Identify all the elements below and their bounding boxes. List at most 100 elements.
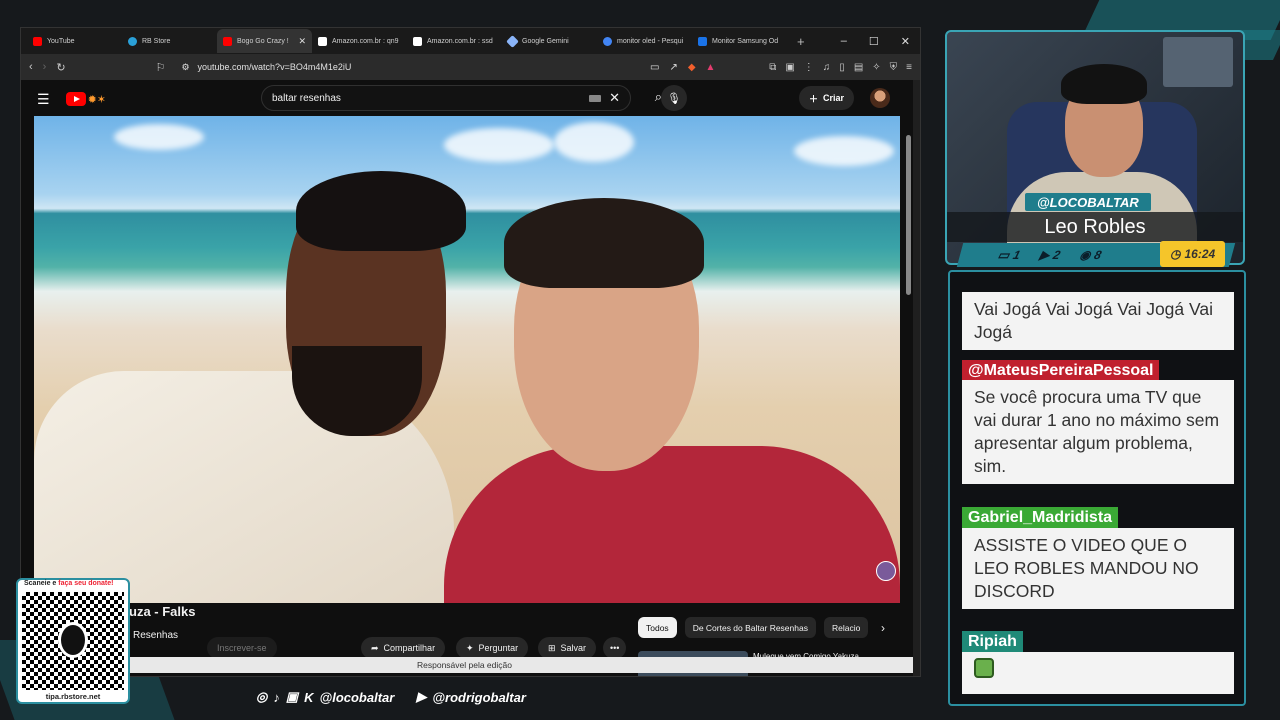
new-tab-button[interactable]: + — [787, 34, 815, 49]
music-icon[interactable]: ♫ — [823, 62, 831, 73]
streamer-name: Leo Robles — [947, 212, 1243, 242]
amazon-favicon-icon — [413, 36, 422, 46]
streamer-handle: @LOCOBALTAR — [1025, 193, 1151, 211]
tab-youtube[interactable]: YouTube — [27, 29, 122, 53]
tab-amazon-1[interactable]: Amazon.com.br : qn9 — [312, 29, 407, 53]
microphone-icon[interactable]: 🎙 — [661, 85, 687, 111]
chevron-right-icon[interactable]: › — [881, 621, 885, 635]
person-left-hair — [296, 171, 466, 251]
video-player[interactable] — [34, 116, 900, 603]
person-right-shirt — [444, 446, 900, 603]
subscribe-button[interactable]: Inscrever-se — [207, 637, 277, 659]
sparkle-icon: ✦ — [466, 642, 474, 653]
share-button[interactable]: ➦ Compartilhar — [361, 637, 446, 659]
search-box[interactable]: baltar resenhas ✕ ⌕ — [261, 85, 662, 111]
tab-samsung-monitor[interactable]: Monitor Samsung Od — [692, 29, 787, 53]
address-bar-row: ‹ › ↻ ⚐ ⚙ youtube.com/watch?v=BO4m4M1e2i… — [21, 54, 920, 80]
youtube-play-icon — [65, 92, 86, 106]
more-actions-icon[interactable]: ••• — [603, 637, 627, 659]
youtube-logo[interactable]: ✹✶ — [65, 92, 106, 106]
chip-related[interactable]: Relacio — [823, 617, 869, 638]
share-label: Compartilhar — [383, 643, 436, 653]
chat-panel: Vai Jogá Vai Jogá Vai Jogá Vai Jogá @Mat… — [948, 270, 1246, 706]
search-input[interactable]: baltar resenhas — [272, 93, 341, 104]
qr-logo-icon — [58, 622, 88, 658]
fire-icon: ✹✶ — [87, 93, 106, 106]
tab-active-video[interactable]: Bogo Go Crazy ! ✕ — [217, 29, 312, 53]
page-scrollbar[interactable] — [906, 135, 911, 295]
channel-name[interactable]: Resenhas — [133, 630, 178, 641]
twitch-icon: ▣ — [285, 689, 299, 704]
ask-label: Perguntar — [478, 643, 519, 653]
account-avatar[interactable] — [870, 88, 890, 108]
wallet-icon[interactable]: ▤ — [854, 62, 863, 73]
chip-channel[interactable]: De Cortes do Baltar Resenhas — [684, 617, 816, 638]
bookmark-icon[interactable]: ⚐ — [156, 61, 166, 74]
channel-watermark[interactable] — [876, 561, 896, 581]
edit-credit-text: Responsável pela edição — [417, 660, 512, 670]
social-handles: ◎ ♪ ▣ K @locobaltar ▶ @rodrigobaltar — [256, 689, 526, 705]
sidebar-icon[interactable]: ▯ — [839, 62, 845, 73]
browser-window: YouTube RB Store Bogo Go Crazy ! ✕ Amazon… — [20, 27, 921, 677]
youtube-count-value: 2 — [1051, 248, 1062, 262]
save-label: Salvar — [560, 643, 587, 653]
menu-icon[interactable]: ≡ — [906, 62, 912, 73]
back-icon[interactable]: ‹ — [29, 61, 33, 73]
amazon-favicon-icon — [318, 36, 327, 46]
chat-message-text: Se você procura uma TV que vai durar 1 a… — [962, 380, 1234, 484]
tab-amazon-2[interactable]: Amazon.com.br : ssd — [407, 29, 502, 53]
clock-icon: ◷ — [1170, 247, 1181, 261]
viewer-count-value: 8 — [1092, 248, 1104, 262]
chat-count: ▭ 1 — [996, 248, 1022, 262]
cloud — [794, 136, 894, 166]
tab-gemini[interactable]: Google Gemini — [502, 29, 597, 53]
chip-all[interactable]: Todos — [638, 617, 677, 638]
subscribe-label: Inscrever-se — [217, 643, 267, 653]
url-field[interactable]: ⚙ youtube.com/watch?v=BO4m4M1e2iU ▭ ↗ ◆ … — [175, 57, 715, 77]
leo-ai-icon[interactable]: ✧ — [872, 62, 880, 73]
brave-shield-icon[interactable]: ◆ — [688, 62, 696, 73]
share-icon[interactable]: ↗ — [669, 62, 677, 73]
keyboard-icon[interactable] — [589, 94, 602, 102]
cast-icon[interactable]: ▭ — [650, 62, 659, 73]
kick-icon: K — [304, 689, 314, 705]
tab-rb-store[interactable]: RB Store — [122, 29, 217, 53]
forward-icon[interactable]: › — [43, 61, 47, 73]
youtube-favicon-icon — [33, 36, 42, 46]
hamburger-menu-icon[interactable]: ☰ — [37, 91, 50, 108]
tab-google-search[interactable]: monitor oled - Pesqui — [597, 29, 692, 53]
stream-timer: ◷ 16:24 — [1160, 241, 1226, 267]
maximize-icon[interactable]: ☐ — [869, 35, 879, 48]
rewards-icon[interactable]: ▲ — [706, 62, 716, 73]
youtube-icon: ▶ — [416, 689, 427, 704]
tab-label: monitor oled - Pesqui — [617, 37, 684, 45]
close-window-icon[interactable]: ✕ — [901, 35, 910, 48]
close-tab-icon[interactable]: ✕ — [298, 36, 306, 47]
youtube-page: ☰ ✹✶ baltar resenhas ✕ ⌕ 🎙 ＋ Criar uza -… — [21, 80, 913, 676]
pepe-emote-icon — [974, 658, 994, 678]
tab-label: Google Gemini — [522, 37, 569, 45]
timer-value: 16:24 — [1184, 247, 1216, 261]
minimize-icon[interactable]: – — [841, 35, 847, 48]
chat-username: Ripiah — [962, 631, 1023, 653]
ask-button[interactable]: ✦ Perguntar — [456, 637, 529, 659]
qr-url: tipa.rbstore.net — [45, 692, 101, 701]
save-playlist-icon: ⊞ — [548, 642, 556, 653]
create-button[interactable]: ＋ Criar — [799, 86, 855, 110]
telegram-favicon-icon — [128, 36, 137, 46]
reload-icon[interactable]: ↻ — [56, 61, 65, 74]
site-info-icon[interactable]: ⚙ — [181, 62, 189, 73]
streamer-hair — [1061, 64, 1147, 104]
chat-username: Gabriel_Madridista — [962, 507, 1119, 529]
extensions-icon[interactable]: ⧉ — [769, 62, 776, 73]
clear-search-icon[interactable]: ✕ — [609, 90, 620, 106]
tab-label: Bogo Go Crazy ! — [237, 37, 289, 45]
more-tools-icon[interactable]: ⋮ — [804, 62, 814, 73]
screenshot-icon[interactable]: ▣ — [785, 62, 794, 73]
vpn-icon[interactable]: ⛨ — [890, 62, 898, 73]
recommendation-chips: Todos De Cortes do Baltar Resenhas Relac… — [638, 617, 869, 638]
save-button[interactable]: ⊞ Salvar — [538, 637, 597, 659]
gemini-favicon-icon — [506, 34, 519, 48]
person-right-hair — [504, 198, 704, 288]
chat-message-text: Vai Jogá Vai Jogá Vai Jogá Vai Jogá — [962, 292, 1234, 350]
